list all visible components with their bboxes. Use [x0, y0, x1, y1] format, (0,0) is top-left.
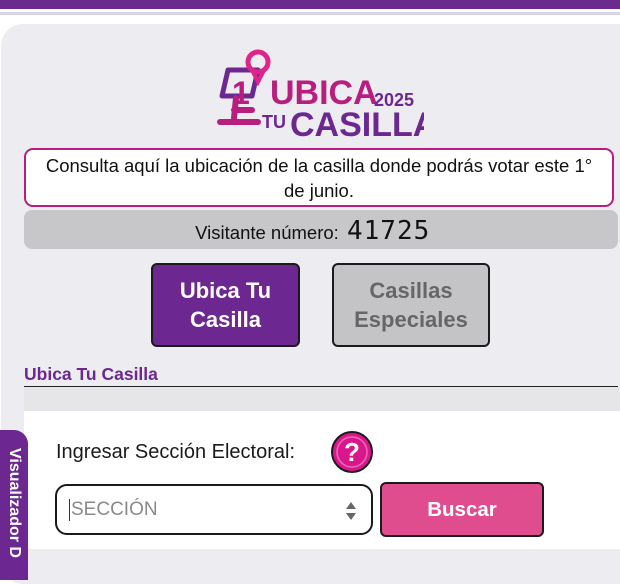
visitor-counter: Visitante número: 41725 [24, 210, 618, 249]
ubica-tu-casilla-logo: 1 UBICA 2025 TU CASILLA [217, 49, 424, 140]
seccion-label: Ingresar Sección Electoral: [56, 441, 296, 463]
side-tab-label: Visualizador D [6, 448, 23, 558]
top-bar [0, 0, 620, 9]
section-title: Ubica Tu Casilla [24, 364, 158, 384]
visualizador-side-tab[interactable]: Visualizador D [0, 430, 28, 580]
logo-number: 1 [232, 75, 250, 111]
casillas-especiales-button[interactable]: Casillas Especiales [332, 263, 490, 347]
visitor-count-display: 41725 [347, 216, 430, 244]
question-icon[interactable]: ? [330, 430, 374, 474]
top-divider [0, 12, 620, 15]
section-band [24, 387, 620, 411]
buscar-button[interactable]: Buscar [380, 482, 544, 537]
logo-casilla: CASILLA [290, 106, 424, 140]
logo-tu: TU [262, 112, 286, 132]
visitor-count: 41725 [347, 216, 430, 244]
seccion-placeholder: SECCIÓN [69, 498, 158, 521]
chevron-updown-icon [346, 502, 356, 520]
consulta-message: Consulta aquí la ubicación de la casilla… [24, 148, 614, 207]
visitor-label: Visitante número: [195, 221, 339, 243]
svg-text:?: ? [344, 437, 360, 467]
seccion-select[interactable]: SECCIÓN [55, 484, 373, 535]
ubica-tu-casilla-button[interactable]: Ubica Tu Casilla [151, 263, 300, 347]
